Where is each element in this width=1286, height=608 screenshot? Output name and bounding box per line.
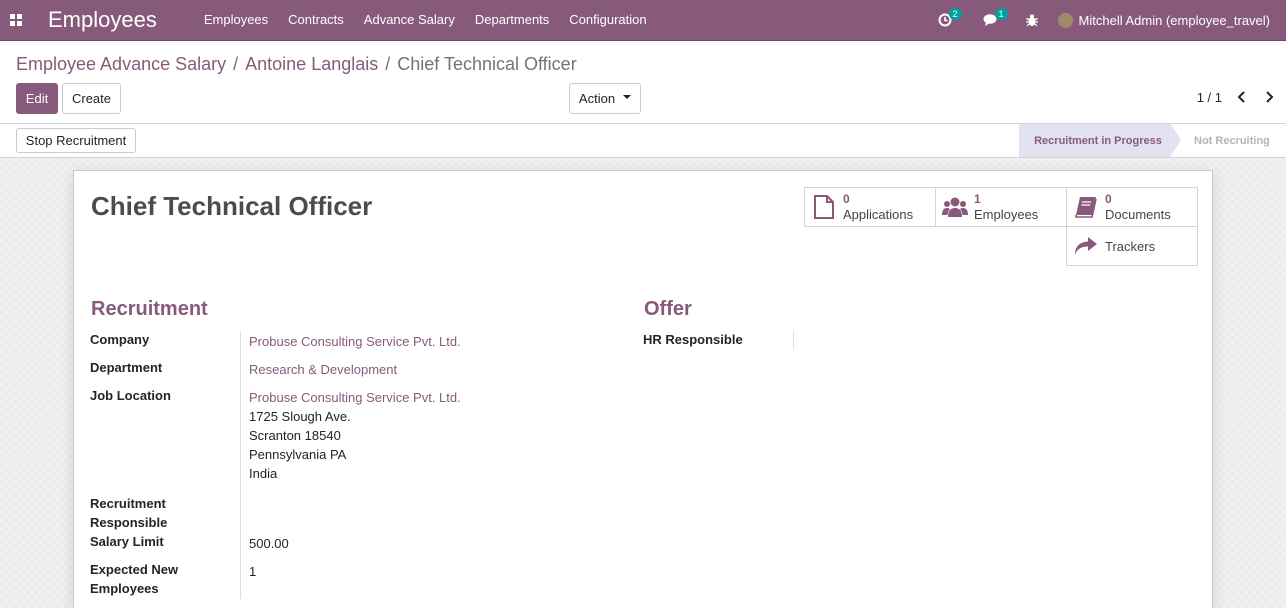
salary-limit-label: Salary Limit — [90, 534, 164, 549]
menu-configuration[interactable]: Configuration — [559, 0, 656, 40]
share-icon — [1067, 236, 1105, 256]
activity-menu[interactable]: 2 — [922, 0, 968, 40]
stage-arrow — [1171, 124, 1181, 156]
job-location-field[interactable]: Probuse Consulting Service Pvt. Ltd. — [249, 388, 461, 407]
apps-menu-icon[interactable] — [0, 0, 32, 40]
file-icon — [805, 195, 843, 219]
avatar — [1057, 12, 1073, 28]
user-name: Mitchell Admin (employee_travel) — [1078, 12, 1270, 28]
app-title[interactable]: Employees — [48, 7, 157, 33]
field-divider — [240, 331, 241, 599]
messaging-menu[interactable]: 1 — [968, 0, 1014, 40]
expected-employees-field[interactable]: 1 — [249, 562, 256, 581]
user-menu[interactable]: Mitchell Admin (employee_travel) — [1050, 12, 1286, 28]
hr-responsible-label: HR Responsible — [643, 332, 743, 347]
offer-heading: Offer — [644, 298, 692, 320]
debug-menu[interactable] — [1014, 0, 1050, 40]
applications-count: 0 — [843, 192, 850, 206]
pager-value[interactable]: 1 / 1 — [1197, 90, 1222, 105]
address-city: Scranton 18540 — [249, 428, 341, 443]
record-title: Chief Technical Officer — [91, 191, 373, 221]
expected-employees-label-line2: Employees — [90, 581, 159, 596]
main-menu: Employees Contracts Advance Salary Depar… — [194, 0, 657, 40]
expected-employees-label: Expected New — [90, 562, 179, 577]
stage-not-recruiting[interactable]: Not Recruiting — [1171, 124, 1286, 157]
company-label: Company — [90, 332, 150, 347]
breadcrumb: Employee Advance Salary / Antoine Langla… — [16, 54, 577, 75]
menu-contracts[interactable]: Contracts — [278, 0, 354, 40]
breadcrumb-current: Chief Technical Officer — [397, 54, 577, 74]
job-location-label: Job Location — [90, 388, 171, 403]
department-label: Department — [90, 360, 163, 375]
salary-limit-field[interactable]: 500.00 — [249, 534, 289, 553]
trackers-label: Trackers — [1105, 238, 1156, 254]
chevron-left-icon[interactable] — [1235, 90, 1249, 104]
applications-button[interactable]: 0 Applications — [804, 187, 936, 227]
breadcrumb-root[interactable]: Employee Advance Salary — [16, 54, 226, 75]
action-dropdown[interactable]: Action — [569, 83, 641, 114]
breadcrumb-parent[interactable]: Antoine Langlais — [245, 54, 378, 75]
form-sheet: Chief Technical Officer 0 Applications 1… — [73, 170, 1213, 608]
applications-label: Applications — [843, 207, 914, 222]
stop-recruitment-button[interactable]: Stop Recruitment — [16, 128, 136, 153]
documents-count: 0 — [1105, 192, 1112, 206]
employees-label: Employees — [974, 207, 1039, 222]
breadcrumb-separator: / — [233, 54, 239, 74]
edit-button[interactable]: Edit — [16, 83, 58, 114]
control-panel: Employee Advance Salary / Antoine Langla… — [0, 41, 1286, 124]
status-bar: Stop Recruitment Recruitment in Progress… — [0, 124, 1286, 158]
address-street: 1725 Slough Ave. — [249, 409, 351, 424]
documents-button[interactable]: 0 Documents — [1066, 187, 1198, 227]
employees-button[interactable]: 1 Employees — [935, 187, 1067, 227]
field-divider — [793, 331, 794, 349]
employees-count: 1 — [974, 192, 981, 206]
chevron-right-icon[interactable] — [1262, 90, 1276, 104]
activity-badge: 2 — [948, 8, 962, 20]
create-button[interactable]: Create — [62, 83, 121, 114]
breadcrumb-separator: / — [385, 54, 391, 74]
menu-advance-salary[interactable]: Advance Salary — [354, 0, 465, 40]
action-label: Action — [578, 91, 616, 106]
recruitment-heading: Recruitment — [91, 298, 208, 320]
company-field[interactable]: Probuse Consulting Service Pvt. Ltd. — [249, 332, 461, 351]
caret-down-icon — [623, 95, 632, 99]
stage-recruitment-in-progress[interactable]: Recruitment in Progress — [1019, 124, 1171, 157]
address-state: Pennsylvania PA — [249, 447, 347, 462]
smart-buttons: 0 Applications 1 Employees 0 Documents T… — [804, 187, 1198, 266]
message-badge: 1 — [994, 8, 1008, 20]
menu-employees[interactable]: Employees — [194, 0, 278, 40]
recruitment-responsible-label: Recruitment — [90, 496, 166, 511]
recruitment-responsible-label-line2: Responsible — [90, 515, 168, 530]
address-country: India — [249, 466, 278, 481]
documents-label: Documents — [1105, 207, 1171, 222]
department-field[interactable]: Research & Development — [249, 360, 397, 379]
menu-departments[interactable]: Departments — [465, 0, 559, 40]
users-icon — [936, 196, 974, 218]
bug-icon — [1025, 14, 1038, 26]
trackers-button[interactable]: Trackers — [1066, 226, 1198, 266]
top-navbar: Employees Employees Contracts Advance Sa… — [0, 0, 1286, 41]
book-icon — [1067, 196, 1105, 218]
